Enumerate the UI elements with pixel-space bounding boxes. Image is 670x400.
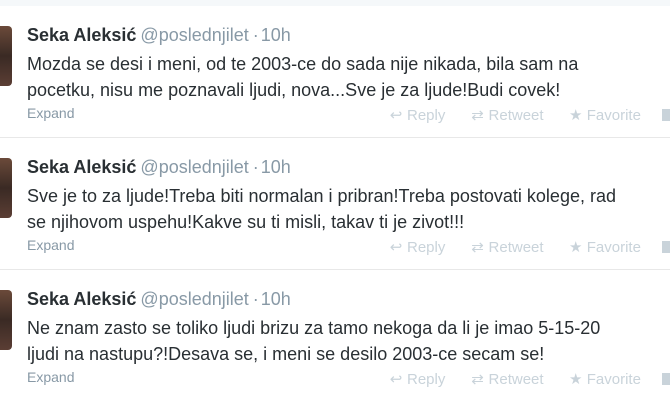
reply-label: Reply [407,107,446,124]
tweet-text-line: Sve je to za ljude!Treba biti normalan i… [27,186,616,206]
retweet-button[interactable]: ⇄ Retweet [470,238,544,256]
separator-dot: · [252,157,259,177]
retweet-label: Retweet [488,239,544,256]
reply-button[interactable]: ↩ Reply [388,106,446,124]
tweet-text: Sve je to za ljude!Treba biti normalan i… [27,183,670,235]
reply-label: Reply [407,239,446,256]
reply-label: Reply [407,371,446,388]
star-icon: ★ [569,239,583,256]
star-icon: ★ [569,371,583,388]
favorite-label: Favorite [586,371,641,388]
tweet[interactable]: Seka Aleksić @poslednjilet · 10h Mozda se d… [0,6,670,138]
tweet[interactable]: Seka Aleksić @poslednjilet · 10h Ne znam za… [0,270,670,400]
tweet-text: Mozda se desi i meni, od te 2003-ce do s… [27,51,670,103]
retweet-button[interactable]: ⇄ Retweet [470,106,544,124]
retweet-icon: ⇄ [471,107,484,124]
separator-dot: · [252,25,259,45]
timestamp[interactable]: 10h [261,25,291,45]
more-options-icon[interactable] [662,109,670,121]
retweet-label: Retweet [488,107,544,124]
retweet-label: Retweet [488,371,544,388]
expand-link[interactable]: Expand [27,237,74,253]
tweet[interactable]: Seka Aleksić @poslednjilet · 10h Sve je to … [0,138,670,270]
more-options-icon[interactable] [662,241,670,253]
retweet-button[interactable]: ⇄ Retweet [470,370,544,388]
tweet-header: Seka Aleksić @poslednjilet · 10h [27,157,291,178]
tweet-header: Seka Aleksić @poslednjilet · 10h [27,289,291,310]
reply-button[interactable]: ↩ Reply [388,370,446,388]
retweet-icon: ⇄ [471,371,484,388]
timestamp[interactable]: 10h [261,157,291,177]
favorite-button[interactable]: ★ Favorite [568,238,641,256]
tweet-text-line: Ne znam zasto se toliko ljudi brizu za t… [27,318,601,338]
timestamp[interactable]: 10h [261,289,291,309]
star-icon: ★ [569,107,583,124]
avatar[interactable] [0,26,12,86]
separator-dot: · [252,289,259,309]
tweet-actions: ↩ Reply ⇄ Retweet ★ Favorite [388,106,661,124]
expand-link[interactable]: Expand [27,105,74,121]
tweet-text: Ne znam zasto se toliko ljudi brizu za t… [27,315,670,367]
avatar[interactable] [0,290,12,350]
tweet-text-line: se njihovom uspehu!Kakve su ti misli, ta… [27,212,465,232]
fullname[interactable]: Seka Aleksić [27,157,136,177]
favorite-button[interactable]: ★ Favorite [568,106,641,124]
tweet-text-line: Mozda se desi i meni, od te 2003-ce do s… [27,54,579,74]
username[interactable]: @poslednjilet [140,289,248,309]
expand-link[interactable]: Expand [27,369,74,385]
fullname[interactable]: Seka Aleksić [27,25,136,45]
reply-arrow-icon: ↩ [389,239,403,256]
reply-arrow-icon: ↩ [389,107,403,124]
avatar[interactable] [0,158,12,218]
username[interactable]: @poslednjilet [140,157,248,177]
tweet-actions: ↩ Reply ⇄ Retweet ★ Favorite [388,370,661,388]
more-options-icon[interactable] [662,373,670,385]
tweet-text-line: ljudi na nastupu?!Desava se, i meni se d… [27,344,545,364]
reply-arrow-icon: ↩ [389,371,403,388]
tweet-actions: ↩ Reply ⇄ Retweet ★ Favorite [388,238,661,256]
reply-button[interactable]: ↩ Reply [388,238,446,256]
favorite-label: Favorite [586,239,641,256]
retweet-icon: ⇄ [471,239,484,256]
username[interactable]: @poslednjilet [140,25,248,45]
fullname[interactable]: Seka Aleksić [27,289,136,309]
tweet-text-line: pocetku, nisu me poznavali ljudi, nova..… [27,80,561,100]
favorite-label: Favorite [586,107,641,124]
tweet-header: Seka Aleksić @poslednjilet · 10h [27,25,291,46]
favorite-button[interactable]: ★ Favorite [568,370,641,388]
